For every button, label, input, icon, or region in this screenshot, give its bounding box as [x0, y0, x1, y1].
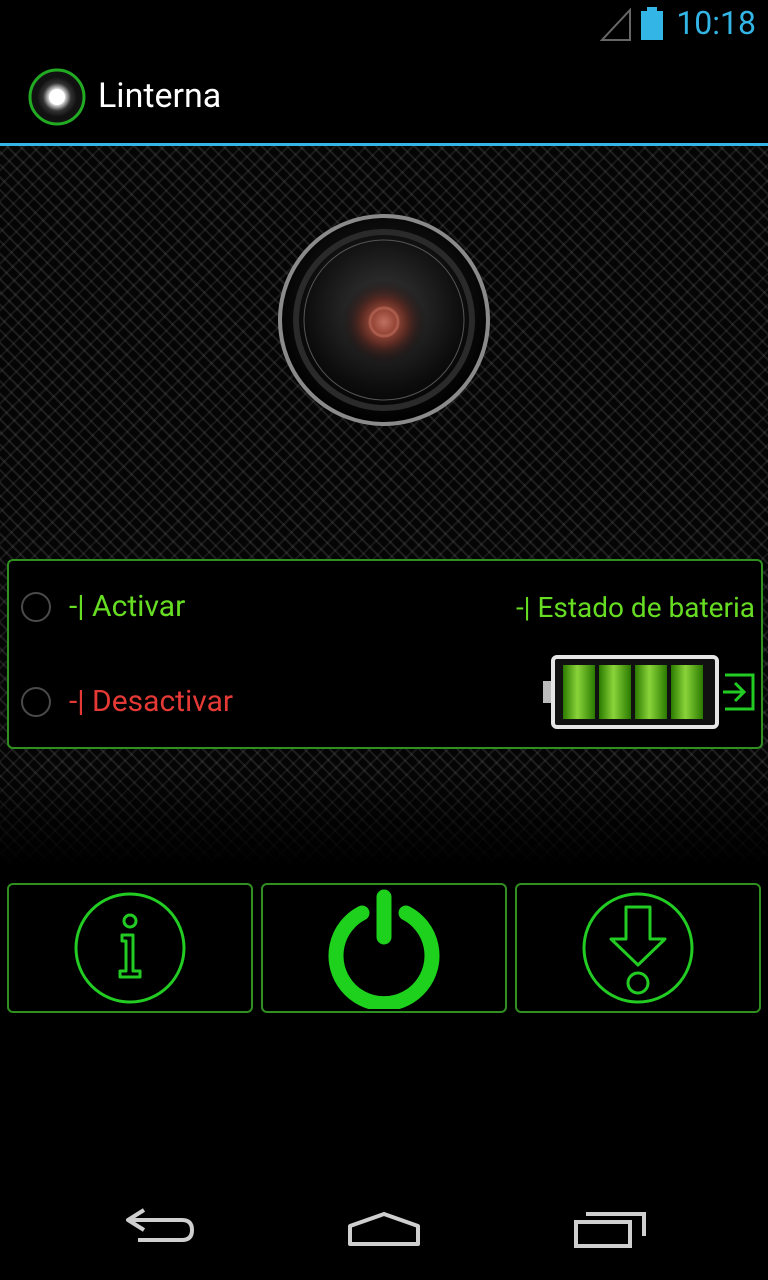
- desactivar-label: -| Desactivar: [69, 684, 234, 719]
- status-bar: 10:18: [0, 0, 768, 50]
- background-fade: [0, 766, 768, 866]
- desactivar-option[interactable]: -| Desactivar: [21, 684, 233, 719]
- activar-label: -| Activar: [69, 589, 186, 624]
- clock-time: 10:18: [676, 4, 756, 42]
- battery-level-icon: [543, 655, 719, 729]
- app-title: Linterna: [98, 76, 222, 116]
- power-icon: [328, 889, 440, 1009]
- flashlight-app-icon[interactable]: [28, 68, 86, 126]
- action-bar: Linterna: [0, 50, 768, 146]
- info-icon: [74, 892, 186, 1004]
- activar-option[interactable]: -| Activar: [21, 589, 185, 624]
- battery-icon: [641, 7, 663, 40]
- info-button[interactable]: [7, 883, 253, 1013]
- navigation-bar: [0, 1168, 768, 1280]
- exit-icon[interactable]: [719, 671, 757, 713]
- activar-radio[interactable]: [21, 591, 51, 622]
- control-panel: -| Activar -| Desactivar -| Estado de ba…: [7, 559, 763, 749]
- flashlight-lens: [278, 214, 490, 426]
- desactivar-radio[interactable]: [21, 686, 51, 717]
- download-icon: [582, 892, 694, 1004]
- recent-apps-icon[interactable]: [560, 1198, 660, 1254]
- signal-icon: [600, 8, 631, 41]
- home-icon[interactable]: [334, 1198, 434, 1254]
- download-button[interactable]: [515, 883, 761, 1013]
- back-icon[interactable]: [110, 1198, 210, 1254]
- battery-status-label: -| Estado de bateria: [515, 591, 755, 624]
- power-button[interactable]: [261, 883, 507, 1013]
